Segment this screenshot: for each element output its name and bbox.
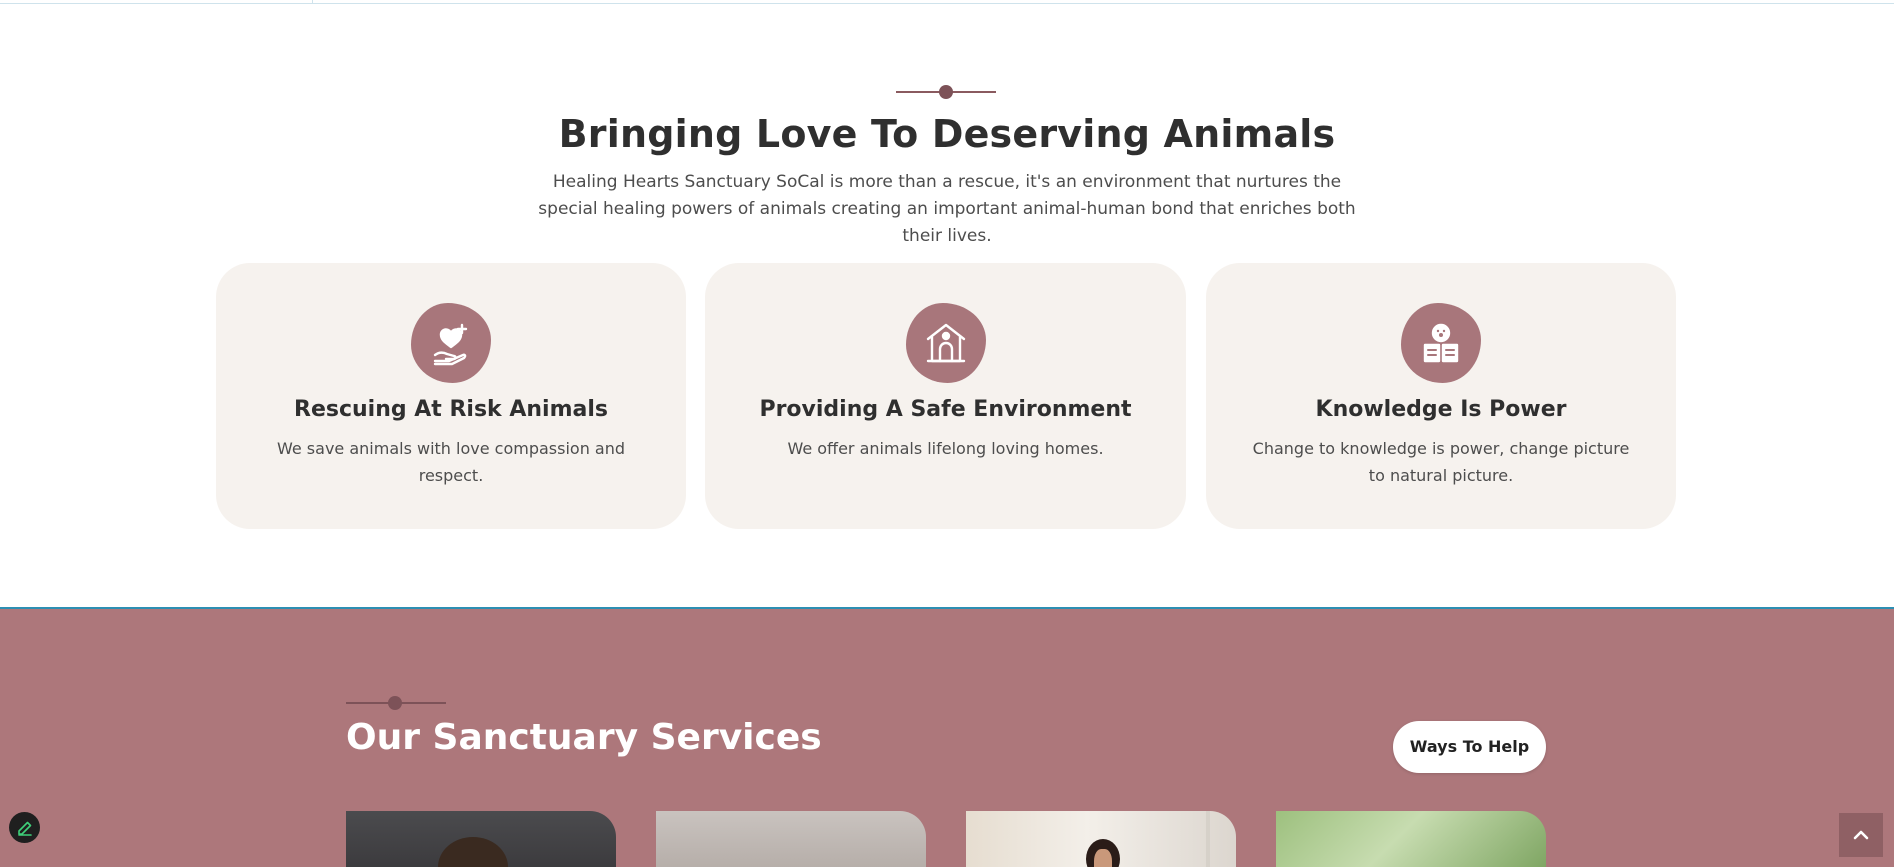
card-text: Change to knowledge is power, change pic… [1252, 439, 1630, 485]
services-section: Our Sanctuary Services Ways To Help [0, 607, 1894, 867]
section-title: Bringing Love To Deserving Animals [558, 112, 1336, 156]
card-title: Knowledge Is Power [1315, 397, 1567, 422]
chevron-up-icon [1853, 830, 1869, 840]
paw-book-icon [1401, 303, 1481, 383]
card-text: We offer animals lifelong loving homes. [787, 439, 1104, 458]
card-text: We save animals with love compassion and… [276, 439, 626, 485]
card-title: Rescuing At Risk Animals [294, 397, 608, 422]
mission-section: Bringing Love To Deserving Animals Heali… [0, 0, 1894, 607]
photo-window-frame [1206, 811, 1210, 867]
divider-dot [939, 85, 953, 99]
service-photo-2[interactable] [656, 811, 926, 867]
ways-to-help-button[interactable]: Ways To Help [1393, 721, 1546, 773]
feature-card-knowledge: Knowledge Is Power Change to knowledge i… [1206, 263, 1676, 529]
doghouse-icon [905, 303, 986, 383]
feature-card-safe-environment: Providing A Safe Environment We offer an… [705, 263, 1186, 529]
divider-dot [388, 696, 402, 710]
scroll-to-top-button[interactable] [1839, 813, 1883, 857]
section-description: Healing Hearts Sanctuary SoCal is more t… [538, 172, 1356, 246]
edit-pencil-icon[interactable] [9, 812, 40, 843]
service-photo-3[interactable] [966, 811, 1236, 867]
service-photo-1[interactable] [346, 811, 616, 867]
heart-hand-icon [411, 303, 491, 383]
services-title: Our Sanctuary Services [346, 717, 822, 758]
card-title: Providing A Safe Environment [759, 397, 1132, 422]
photo-person-face [1094, 849, 1112, 867]
feature-card-rescuing: Rescuing At Risk Animals We save animals… [216, 263, 686, 529]
photo-person [438, 837, 508, 867]
service-photo-4[interactable] [1276, 811, 1546, 867]
